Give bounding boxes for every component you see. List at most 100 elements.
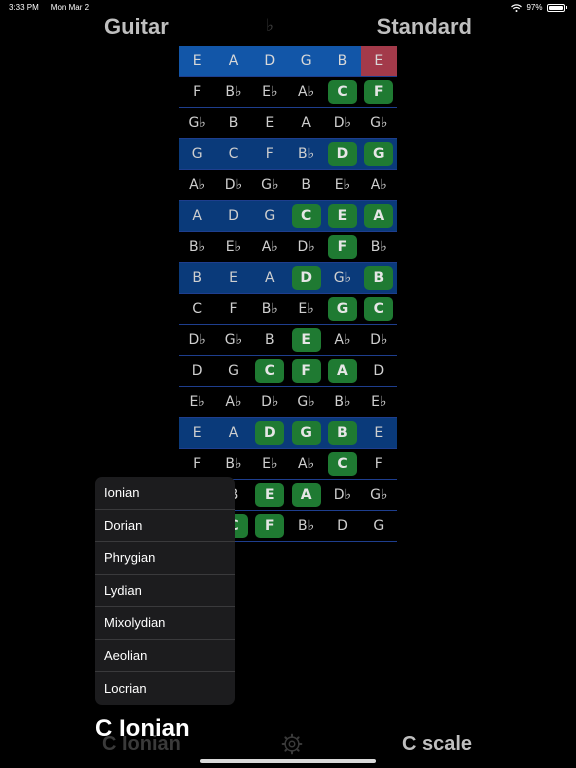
- note-cell[interactable]: A♭: [361, 170, 397, 200]
- scale-note-cell[interactable]: C: [252, 356, 288, 386]
- note-cell[interactable]: G: [252, 201, 288, 231]
- instrument-selector[interactable]: Guitar: [104, 14, 169, 40]
- note-cell[interactable]: E♭: [215, 232, 251, 262]
- note-cell[interactable]: B: [324, 46, 360, 76]
- note-cell[interactable]: G♭: [179, 108, 215, 138]
- menu-item-locrian[interactable]: Locrian: [95, 672, 235, 705]
- note-cell[interactable]: A♭: [324, 325, 360, 355]
- note-cell[interactable]: E♭: [252, 449, 288, 479]
- note-cell[interactable]: C: [179, 294, 215, 324]
- note-cell[interactable]: B♭: [252, 294, 288, 324]
- gear-icon[interactable]: [281, 733, 303, 755]
- scale-note-cell[interactable]: G: [361, 139, 397, 169]
- note-cell[interactable]: B♭: [361, 232, 397, 262]
- note-cell[interactable]: D♭: [215, 170, 251, 200]
- note-cell[interactable]: G♭: [252, 170, 288, 200]
- note-cell[interactable]: A: [215, 418, 251, 448]
- scale-selector[interactable]: C scale: [402, 733, 472, 756]
- note-cell[interactable]: F: [179, 77, 215, 107]
- accidental-toggle[interactable]: ♭: [266, 16, 274, 36]
- note-cell[interactable]: A♭: [288, 449, 324, 479]
- note-cell[interactable]: A♭: [288, 77, 324, 107]
- scale-note-cell[interactable]: E: [252, 480, 288, 510]
- menu-item-lydian[interactable]: Lydian: [95, 575, 235, 607]
- note-cell[interactable]: G: [288, 46, 324, 76]
- note-cell[interactable]: D♭: [179, 325, 215, 355]
- note-cell[interactable]: D: [252, 46, 288, 76]
- note-cell[interactable]: F: [179, 449, 215, 479]
- menu-item-dorian[interactable]: Dorian: [95, 510, 235, 542]
- note-cell[interactable]: E♭: [361, 387, 397, 417]
- note-cell[interactable]: G♭: [324, 263, 360, 293]
- note-cell[interactable]: G♭: [361, 108, 397, 138]
- note-cell[interactable]: B: [252, 325, 288, 355]
- note-cell[interactable]: D♭: [361, 325, 397, 355]
- note-cell[interactable]: A♭: [252, 232, 288, 262]
- scale-note-cell[interactable]: B: [361, 263, 397, 293]
- menu-item-mixolydian[interactable]: Mixolydian: [95, 607, 235, 640]
- note-cell[interactable]: A♭: [215, 387, 251, 417]
- scale-note-cell[interactable]: D: [324, 139, 360, 169]
- note-cell[interactable]: G♭: [288, 387, 324, 417]
- note-cell[interactable]: E: [215, 263, 251, 293]
- note-cell[interactable]: G: [215, 356, 251, 386]
- note-cell[interactable]: G♭: [361, 480, 397, 510]
- note-cell[interactable]: E: [361, 418, 397, 448]
- scale-note-cell[interactable]: F: [324, 232, 360, 262]
- note-cell[interactable]: F: [252, 139, 288, 169]
- note-cell[interactable]: A: [252, 263, 288, 293]
- note-cell[interactable]: B♭: [215, 77, 251, 107]
- note-cell[interactable]: G: [361, 511, 397, 541]
- note-cell[interactable]: C: [215, 139, 251, 169]
- note-cell[interactable]: B♭: [179, 232, 215, 262]
- note-cell[interactable]: F: [215, 294, 251, 324]
- note-cell[interactable]: E♭: [179, 387, 215, 417]
- menu-item-aeolian[interactable]: Aeolian: [95, 640, 235, 672]
- scale-note-cell[interactable]: A: [361, 201, 397, 231]
- scale-note-cell[interactable]: G: [288, 418, 324, 448]
- note-cell[interactable]: E: [252, 108, 288, 138]
- scale-note-cell[interactable]: C: [324, 449, 360, 479]
- note-cell[interactable]: G: [179, 139, 215, 169]
- scale-note-cell[interactable]: F: [252, 511, 288, 541]
- note-cell[interactable]: E: [360, 46, 397, 76]
- note-cell[interactable]: B: [215, 108, 251, 138]
- note-cell[interactable]: D♭: [252, 387, 288, 417]
- scale-note-cell[interactable]: E: [288, 325, 324, 355]
- scale-note-cell[interactable]: C: [324, 77, 360, 107]
- note-cell[interactable]: B♭: [288, 511, 324, 541]
- scale-note-cell[interactable]: B: [324, 418, 360, 448]
- scale-note-cell[interactable]: A: [288, 480, 324, 510]
- note-cell[interactable]: A: [215, 46, 251, 76]
- note-cell[interactable]: A: [179, 201, 215, 231]
- scale-note-cell[interactable]: C: [361, 294, 397, 324]
- note-cell[interactable]: G♭: [215, 325, 251, 355]
- note-cell[interactable]: E♭: [324, 170, 360, 200]
- note-cell[interactable]: A♭: [179, 170, 215, 200]
- menu-item-ionian[interactable]: Ionian: [95, 477, 235, 510]
- note-cell[interactable]: E♭: [288, 294, 324, 324]
- scale-note-cell[interactable]: D: [252, 418, 288, 448]
- note-cell[interactable]: D♭: [288, 232, 324, 262]
- note-cell[interactable]: B♭: [324, 387, 360, 417]
- note-cell[interactable]: D♭: [324, 108, 360, 138]
- note-cell[interactable]: D: [361, 356, 397, 386]
- note-cell[interactable]: E: [179, 418, 215, 448]
- note-cell[interactable]: B: [288, 170, 324, 200]
- scale-note-cell[interactable]: G: [324, 294, 360, 324]
- note-cell[interactable]: D: [179, 356, 215, 386]
- scale-note-cell[interactable]: D: [288, 263, 324, 293]
- note-cell[interactable]: E♭: [252, 77, 288, 107]
- note-cell[interactable]: B♭: [215, 449, 251, 479]
- tuning-selector[interactable]: Standard: [377, 14, 472, 40]
- menu-item-phrygian[interactable]: Phrygian: [95, 542, 235, 575]
- note-cell[interactable]: A: [288, 108, 324, 138]
- scale-note-cell[interactable]: F: [361, 77, 397, 107]
- scale-note-cell[interactable]: C: [288, 201, 324, 231]
- note-cell[interactable]: B: [179, 263, 215, 293]
- scale-note-cell[interactable]: A: [324, 356, 360, 386]
- note-cell[interactable]: F: [361, 449, 397, 479]
- note-cell[interactable]: E: [179, 46, 215, 76]
- note-cell[interactable]: D: [215, 201, 251, 231]
- scale-note-cell[interactable]: F: [288, 356, 324, 386]
